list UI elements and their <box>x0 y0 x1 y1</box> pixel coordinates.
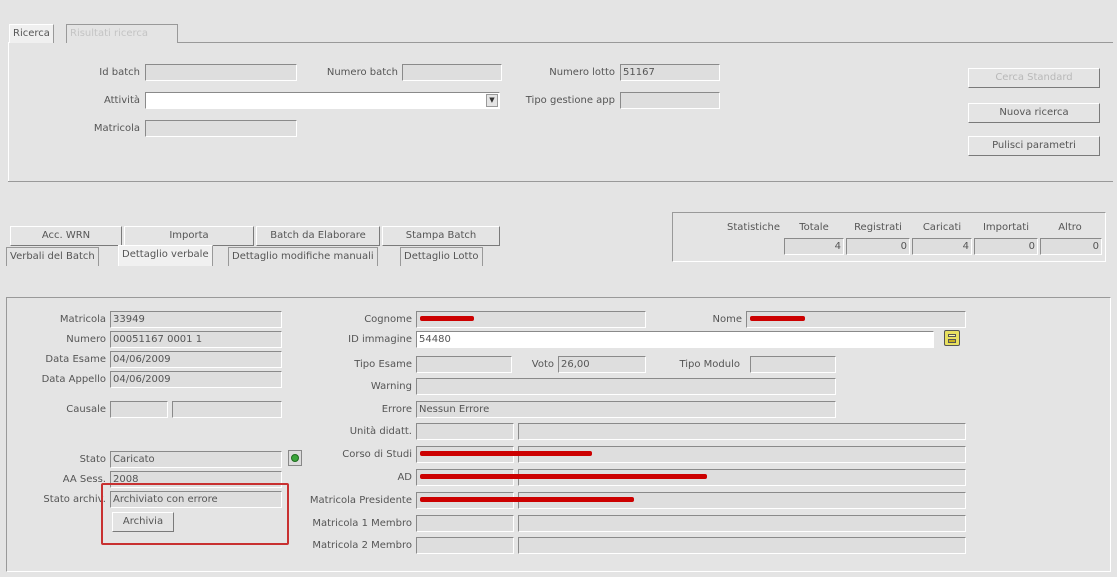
pulisci-parametri-button[interactable]: Pulisci parametri <box>968 136 1100 156</box>
folder-icon[interactable] <box>944 330 960 346</box>
membro1-code-field[interactable] <box>416 515 514 532</box>
stats-label: Statistiche <box>727 222 780 233</box>
archivia-button[interactable]: Archivia <box>112 512 174 532</box>
tab-dettaglio-lotto[interactable]: Dettaglio Lotto <box>400 247 483 266</box>
cerca-standard-button[interactable]: Cerca Standard <box>968 68 1100 88</box>
stats-value-caricati: 4 <box>912 238 972 255</box>
corso-di-studi-label: Corso di Studi <box>342 449 412 460</box>
stato-archiv-label: Stato archiv. <box>43 494 106 505</box>
causale-desc-field[interactable] <box>172 401 282 418</box>
stats-header-registrati: Registrati <box>854 222 902 233</box>
numero-lotto-label: Numero lotto <box>549 67 615 78</box>
chevron-down-icon[interactable]: ▼ <box>486 94 498 107</box>
aa-sess-label: AA Sess. <box>62 474 106 485</box>
tipo-modulo-field[interactable] <box>750 356 836 373</box>
nuova-ricerca-button[interactable]: Nuova ricerca <box>968 103 1100 123</box>
stats-header-totale: Totale <box>799 222 829 233</box>
tab-dettaglio-verbale[interactable]: Dettaglio verbale <box>118 245 213 266</box>
causale-code-field[interactable] <box>110 401 168 418</box>
id-immagine-label: ID immagine <box>348 334 412 345</box>
data-esame-label: Data Esame <box>45 354 106 365</box>
unita-desc-field[interactable] <box>518 423 966 440</box>
data-appello-field[interactable]: 04/06/2009 <box>110 371 282 388</box>
acc-wrn-button[interactable]: Acc. WRN <box>10 226 122 246</box>
redaction-bar <box>420 316 474 321</box>
numero-batch-field[interactable] <box>402 64 502 81</box>
tab-ricerca[interactable]: Ricerca <box>9 24 54 43</box>
matricola-2-membro-label: Matricola 2 Membro <box>312 540 412 551</box>
id-immagine-field[interactable]: 54480 <box>416 331 934 348</box>
tipo-gestione-field[interactable] <box>620 92 720 109</box>
matricola-field[interactable]: 33949 <box>110 311 282 328</box>
tab-risultati-ricerca[interactable]: Risultati ricerca <box>66 24 178 43</box>
tab-verbali-del-batch[interactable]: Verbali del Batch <box>6 247 99 266</box>
matricola-presidente-label: Matricola Presidente <box>309 495 412 506</box>
tab-dettaglio-modifiche-manuali[interactable]: Dettaglio modifiche manuali <box>228 247 378 266</box>
tipo-esame-field[interactable] <box>416 356 512 373</box>
membro1-desc-field[interactable] <box>518 515 966 532</box>
data-esame-field[interactable]: 04/06/2009 <box>110 351 282 368</box>
redaction-bar <box>750 316 805 321</box>
voto-field[interactable]: 26,00 <box>558 356 646 373</box>
attivita-select[interactable]: ▼ <box>145 92 500 109</box>
membro2-code-field[interactable] <box>416 537 514 554</box>
stats-header-altro: Altro <box>1058 222 1082 233</box>
tipo-esame-label: Tipo Esame <box>354 359 412 370</box>
warning-field[interactable] <box>416 378 836 395</box>
unita-code-field[interactable] <box>416 423 514 440</box>
redaction-bar <box>420 474 707 479</box>
stats-header-importati: Importati <box>982 222 1029 233</box>
id-batch-label: Id batch <box>99 67 140 78</box>
stato-label: Stato <box>79 454 106 465</box>
green-dot-icon <box>291 454 299 462</box>
data-appello-label: Data Appello <box>41 374 106 385</box>
stats-value-altro: 0 <box>1040 238 1102 255</box>
ad-label: AD <box>397 472 412 483</box>
importa-button[interactable]: Importa <box>124 226 254 246</box>
matricola-search-field[interactable] <box>145 120 297 137</box>
tipo-modulo-label: Tipo Modulo <box>679 359 740 370</box>
id-batch-field[interactable] <box>145 64 297 81</box>
warning-label: Warning <box>370 381 412 392</box>
redaction-bar <box>420 451 592 456</box>
voto-label: Voto <box>531 359 554 370</box>
stats-value-totale: 4 <box>784 238 844 255</box>
membro2-desc-field[interactable] <box>518 537 966 554</box>
numero-field[interactable]: 00051167 0001 1 <box>110 331 282 348</box>
stats-value-registrati: 0 <box>846 238 910 255</box>
numero-batch-label: Numero batch <box>326 67 398 78</box>
batch-da-elaborare-button[interactable]: Batch da Elaborare <box>256 226 380 246</box>
stampa-batch-button[interactable]: Stampa Batch <box>382 226 500 246</box>
numero-lotto-field[interactable]: 51167 <box>620 64 720 81</box>
causale-label: Causale <box>66 404 106 415</box>
redaction-bar <box>420 497 634 502</box>
stato-field: Caricato <box>110 451 282 468</box>
matricola-label: Matricola <box>59 314 106 325</box>
matricola-1-membro-label: Matricola 1 Membro <box>312 518 412 529</box>
stato-archiv-field: Archiviato con errore <box>110 491 282 508</box>
nome-label: Nome <box>712 314 743 325</box>
attivita-label: Attività <box>103 95 140 106</box>
stats-value-importati: 0 <box>974 238 1038 255</box>
matricola-search-label: Matricola <box>93 123 140 134</box>
errore-field[interactable]: Nessun Errore <box>416 401 836 418</box>
numero-label: Numero <box>66 334 106 345</box>
unita-didatt-label: Unità didatt. <box>349 426 412 437</box>
stats-header-caricati: Caricati <box>922 222 962 233</box>
cognome-label: Cognome <box>364 314 412 325</box>
errore-label: Errore <box>381 404 412 415</box>
tipo-gestione-label: Tipo gestione app <box>525 95 615 106</box>
